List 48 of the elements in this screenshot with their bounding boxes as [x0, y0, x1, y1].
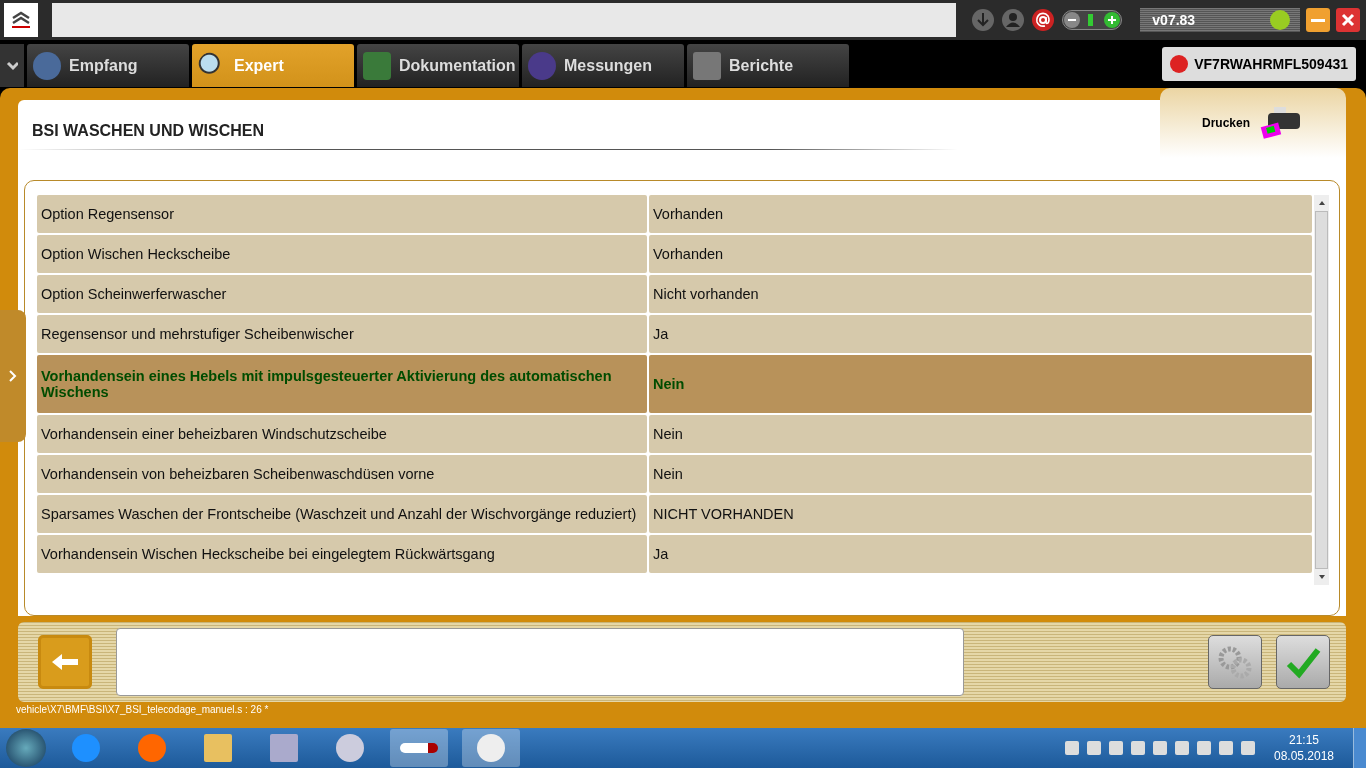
tab[interactable]: Empfang [27, 44, 189, 87]
table-cell[interactable]: Ja [649, 314, 1312, 353]
zoom-control[interactable] [1062, 10, 1123, 30]
table-cell[interactable]: Vorhandensein Wischen Heckscheibe bei eingelegtem Rückwärtsgang [37, 534, 647, 573]
script-path: vehicle\X7\BMF\BSI\X7_BSI_telecodage_manuel.s : 26 * [15, 703, 270, 717]
version-label: v07.83 [1152, 12, 1196, 28]
table-cell[interactable]: Sparsames Waschen der Frontscheibe (Waschzeit und Anzahl der Wischvorgänge reduziert) [37, 494, 647, 533]
table-cell[interactable]: Nein [649, 354, 1312, 413]
system-tray-icons[interactable] [1065, 741, 1255, 755]
table-cell[interactable]: Option Scheinwerferwascher [37, 274, 647, 313]
tab[interactable]: Berichte [687, 44, 849, 87]
tab[interactable]: Messungen [522, 44, 684, 87]
scrollbar[interactable] [1314, 194, 1329, 585]
gears-icon [1217, 644, 1253, 680]
tab[interactable]: Dokumentation [357, 44, 519, 87]
left-arrow-icon [50, 652, 80, 672]
vehicle-id-button[interactable]: VF7RWAHRMFL509431 [1162, 47, 1356, 81]
download-icon[interactable] [972, 9, 995, 31]
table-cell[interactable]: Ja [649, 534, 1312, 573]
table-cell[interactable]: Vorhandensein von beheizbaren Scheibenwaschdüsen vorne [37, 454, 647, 493]
table-cell[interactable]: Option Regensensor [37, 194, 647, 233]
minimize-button[interactable] [1306, 8, 1331, 32]
table-cell[interactable]: Option Wischen Heckscheibe [37, 234, 647, 273]
table-cell[interactable]: Regensensor und mehrstufiger Scheibenwischer [37, 314, 647, 353]
table-cell[interactable]: Nein [649, 454, 1312, 493]
table-cell[interactable]: Vorhandensein eines Hebels mit impulsgesteuerter Aktivierung des automatischen Wischens [37, 354, 647, 413]
clock[interactable]: 21:15 08.05.2018 [1269, 733, 1339, 763]
confirm-button[interactable] [1276, 635, 1330, 689]
toggle-app-icon[interactable] [390, 729, 448, 767]
user-icon[interactable] [1002, 9, 1025, 31]
close-button[interactable] [1336, 8, 1360, 32]
settings-button[interactable] [1208, 635, 1262, 689]
back-button[interactable] [38, 635, 92, 689]
at-sign-icon[interactable] [1032, 9, 1055, 31]
power-icon [1170, 55, 1189, 73]
start-button[interactable] [6, 729, 46, 767]
table-cell[interactable]: NICHT VORHANDEN [649, 494, 1312, 533]
dropdown-chevron-icon[interactable] [0, 44, 24, 87]
close-icon [1341, 13, 1355, 27]
table-cell[interactable]: Nicht vorhanden [649, 274, 1312, 313]
logo-icon [4, 3, 38, 37]
side-panel-handle[interactable] [0, 310, 26, 442]
address-field[interactable] [51, 3, 957, 37]
table-cell[interactable]: Vorhanden [649, 234, 1312, 273]
print-button[interactable]: Drucken [1160, 88, 1346, 158]
table-cell[interactable]: Vorhanden [649, 194, 1312, 233]
table-cell[interactable]: Vorhandensein einer beheizbaren Windschutzscheibe [37, 414, 647, 453]
table-cell[interactable]: Nein [649, 414, 1312, 453]
